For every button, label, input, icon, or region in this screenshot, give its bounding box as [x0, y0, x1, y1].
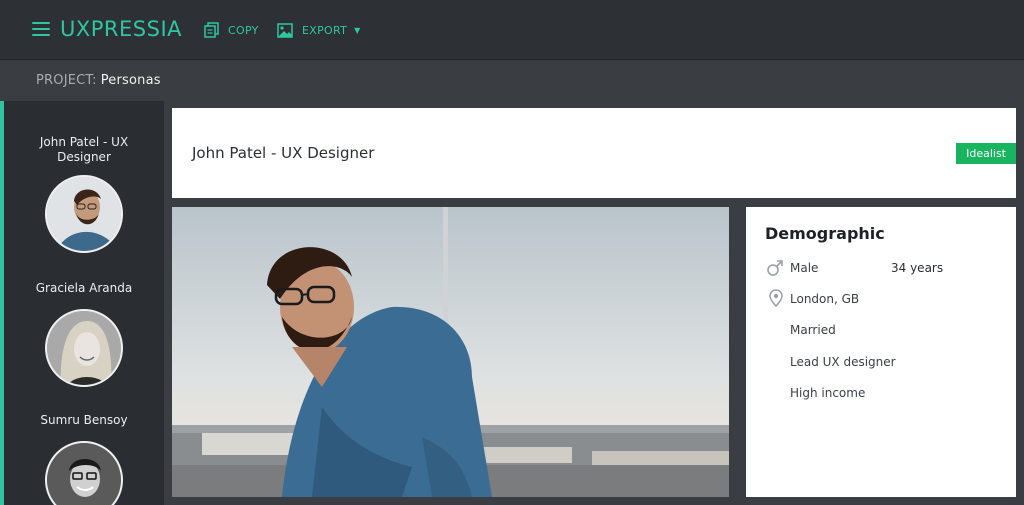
persona-photo[interactable]	[172, 207, 729, 497]
menu-icon[interactable]	[32, 21, 50, 37]
avatar	[45, 309, 123, 387]
breadcrumb: PROJECT: Personas	[36, 73, 161, 88]
avatar	[45, 441, 123, 505]
gender-value: Male	[790, 261, 819, 275]
persona-name: Sumru Bensoy	[40, 413, 128, 427]
image-icon	[277, 22, 293, 38]
persona-item-sumru-bensoy[interactable]: Sumru Bensoy	[4, 413, 164, 505]
persona-name: Graciela Aranda	[35, 281, 133, 295]
demographic-card: Demographic Male 34 years London, GB Mar…	[746, 207, 1016, 497]
persona-sidebar: John Patel - UX Designer Graciela Aranda	[0, 101, 164, 505]
persona-type-badge[interactable]: Idealist	[956, 143, 1016, 164]
persona-name: John Patel - UX Designer	[39, 135, 129, 164]
avatar	[45, 175, 123, 253]
project-label: PROJECT:	[36, 73, 97, 88]
app-logo[interactable]: UXPRESSIA	[60, 16, 182, 42]
chevron-down-icon: ▼	[354, 25, 361, 35]
location-pin-icon	[769, 289, 783, 307]
copy-label: COPY	[228, 23, 259, 37]
age-value: 34 years	[891, 261, 944, 275]
project-bar: PROJECT: Personas	[0, 61, 1024, 101]
export-button[interactable]: EXPORT ▼	[277, 20, 361, 40]
income-value: High income	[790, 386, 866, 400]
copy-icon	[204, 22, 219, 38]
export-label: EXPORT	[302, 23, 348, 37]
demographic-heading: Demographic	[765, 224, 885, 243]
persona-item-john-patel[interactable]: John Patel - UX Designer	[4, 135, 164, 253]
male-icon	[767, 260, 783, 276]
persona-item-graciela-aranda[interactable]: Graciela Aranda	[4, 281, 164, 387]
persona-title[interactable]: John Patel - UX Designer	[192, 144, 374, 162]
occupation-value: Lead UX designer	[790, 355, 896, 369]
persona-header-card: John Patel - UX Designer Idealist	[172, 108, 1016, 198]
copy-button[interactable]: COPY	[204, 20, 259, 40]
project-name[interactable]: Personas	[101, 73, 161, 88]
marital-status-value: Married	[790, 323, 836, 337]
top-bar: UXPRESSIA COPY EXPORT ▼	[0, 0, 1024, 60]
location-value: London, GB	[790, 292, 860, 306]
